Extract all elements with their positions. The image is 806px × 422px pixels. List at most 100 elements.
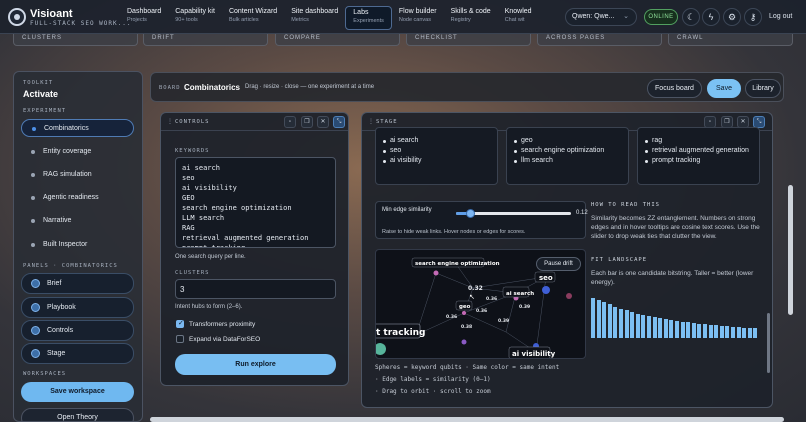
drag-handle-icon[interactable]: ⋮ bbox=[368, 118, 374, 125]
strip-card-checklist[interactable]: CHECKLIST bbox=[406, 34, 531, 46]
page-horizontal-scrollbar[interactable] bbox=[150, 417, 784, 422]
fit-bar[interactable] bbox=[658, 318, 663, 338]
fit-bar[interactable] bbox=[669, 319, 674, 338]
logo-icon[interactable] bbox=[8, 8, 26, 26]
keywords-textarea[interactable]: ai search seo ai visibility GEO search e… bbox=[175, 157, 336, 248]
fit-bar[interactable] bbox=[624, 310, 629, 338]
fit-bar[interactable] bbox=[635, 313, 640, 338]
strip-card-drift[interactable]: DRIFT bbox=[143, 34, 268, 46]
expand-checkbox[interactable] bbox=[176, 335, 184, 343]
graph-label[interactable]: ai search bbox=[506, 291, 534, 297]
fit-bar[interactable] bbox=[641, 314, 646, 338]
graph-label[interactable]: t tracking bbox=[376, 328, 426, 338]
nav-content-wizard[interactable]: Content Wizard Bulk articles bbox=[222, 6, 284, 30]
fit-bar[interactable] bbox=[708, 324, 713, 338]
fit-bar[interactable] bbox=[686, 322, 691, 338]
slider-handle[interactable] bbox=[465, 209, 475, 218]
graph-node[interactable] bbox=[433, 270, 439, 276]
experiment-narrative[interactable]: Narrative bbox=[21, 212, 134, 230]
graph-node[interactable] bbox=[461, 339, 467, 345]
gear-icon[interactable]: ⚙ bbox=[723, 8, 741, 26]
clusters-input[interactable]: 3 bbox=[175, 279, 336, 299]
logout-link[interactable]: Log out bbox=[769, 13, 792, 20]
fit-bar[interactable] bbox=[675, 320, 679, 338]
nav-dashboard[interactable]: Dashboard Projects bbox=[120, 6, 168, 30]
fit-bar[interactable] bbox=[697, 323, 702, 338]
resize-icon[interactable]: ⤡ bbox=[333, 116, 345, 128]
strip-card-clusters[interactable]: CLUSTERS bbox=[13, 34, 138, 46]
save-workspace-button[interactable]: Save workspace bbox=[21, 382, 134, 402]
fit-bar[interactable] bbox=[691, 322, 696, 338]
keyword-graph-canvas[interactable]: search engine optimization seo ai search… bbox=[375, 249, 586, 359]
fit-bar[interactable] bbox=[652, 317, 657, 338]
fit-bar[interactable] bbox=[747, 327, 752, 338]
pause-drift-button[interactable]: Pause drift bbox=[536, 257, 581, 271]
minimize-icon[interactable]: ▫ bbox=[284, 116, 296, 128]
nav-capability-kit[interactable]: Capability kit 90+ tools bbox=[168, 6, 222, 30]
focus-board-button[interactable]: Focus board bbox=[647, 79, 702, 98]
fit-bar[interactable] bbox=[725, 326, 730, 338]
transformers-checkbox[interactable] bbox=[176, 319, 184, 328]
fit-bar[interactable] bbox=[663, 319, 668, 338]
open-workspace-button[interactable]: Open Theory bbox=[21, 408, 134, 421]
strip-card-across-pages[interactable]: ACROSS PAGES bbox=[537, 34, 662, 46]
strip-card-crawl[interactable]: CRAWL bbox=[668, 34, 793, 46]
fit-bar[interactable] bbox=[607, 304, 612, 338]
moon-icon[interactable]: ☾ bbox=[682, 8, 700, 26]
fit-bar[interactable] bbox=[703, 324, 707, 338]
experiment-entity-coverage[interactable]: Entity coverage bbox=[21, 143, 134, 161]
experiment-rag-simulation[interactable]: RAG simulation bbox=[21, 166, 134, 184]
fit-bar[interactable] bbox=[591, 298, 595, 338]
edge-score: 0.36 bbox=[476, 308, 487, 314]
graph-label[interactable]: ai visibility bbox=[512, 350, 556, 358]
panel-playbook[interactable]: Playbook bbox=[21, 297, 134, 318]
controls-panel-header[interactable]: ⋮ CONTROLS ▫ ❐ ✕ ⤡ bbox=[161, 113, 348, 131]
fit-landscape-text: Each bar is one candidate bitstring. Tal… bbox=[591, 270, 754, 286]
fit-bar[interactable] bbox=[753, 328, 758, 338]
nav-flow-builder[interactable]: Flow builder Node canvas bbox=[392, 6, 444, 30]
graph-node[interactable] bbox=[462, 311, 466, 315]
page-vertical-scrollbar[interactable] bbox=[788, 185, 793, 315]
fit-bar[interactable] bbox=[596, 300, 601, 338]
graph-node[interactable] bbox=[566, 293, 572, 299]
key-icon[interactable]: ⚷ bbox=[744, 8, 762, 26]
drag-handle-icon[interactable]: ⋮ bbox=[167, 118, 173, 125]
graph-label[interactable]: geo bbox=[459, 304, 471, 310]
experiment-combinatorics[interactable]: Combinatorics bbox=[21, 119, 134, 137]
bolt-icon[interactable]: ϟ bbox=[702, 8, 720, 26]
fit-bar[interactable] bbox=[630, 311, 635, 338]
fit-bar[interactable] bbox=[602, 301, 607, 338]
strip-card-compare[interactable]: COMPARE bbox=[275, 34, 400, 46]
stage-scrollbar[interactable] bbox=[767, 313, 770, 373]
nav-knowledge[interactable]: Knowled Chat wit bbox=[498, 6, 539, 30]
fit-bar[interactable] bbox=[742, 327, 747, 338]
duplicate-icon[interactable]: ❐ bbox=[301, 116, 313, 128]
min-edge-slider[interactable] bbox=[456, 209, 571, 218]
fit-bar[interactable] bbox=[714, 325, 719, 338]
save-button[interactable]: Save bbox=[707, 79, 741, 98]
fit-bar[interactable] bbox=[736, 327, 741, 338]
close-icon[interactable]: ✕ bbox=[317, 116, 329, 128]
fit-bar[interactable] bbox=[613, 306, 618, 338]
graph-label[interactable]: seo bbox=[539, 274, 553, 282]
panel-controls[interactable]: Controls bbox=[21, 320, 134, 341]
graph-label[interactable]: search engine optimization bbox=[415, 261, 500, 267]
graph-node[interactable] bbox=[376, 343, 386, 355]
graph-node[interactable] bbox=[542, 286, 550, 294]
fit-bar[interactable] bbox=[731, 326, 735, 338]
nav-site-dashboard[interactable]: Site dashboard Metrics bbox=[284, 6, 345, 30]
run-explore-button[interactable]: Run explore bbox=[175, 354, 336, 375]
nav-labs[interactable]: Labs Experiments bbox=[345, 6, 392, 30]
model-select[interactable]: Qwen: Qwe... ⌄ bbox=[565, 8, 637, 26]
fit-bar[interactable] bbox=[619, 308, 623, 338]
experiment-built-inspector[interactable]: Built Inspector bbox=[21, 236, 134, 254]
fit-bar[interactable] bbox=[719, 325, 724, 338]
fit-bar[interactable] bbox=[680, 321, 685, 338]
panel-stage[interactable]: Stage bbox=[21, 343, 134, 364]
experiment-agentic-readiness[interactable]: Agentic readiness bbox=[21, 189, 134, 207]
hub-card-3: rag retrieval augmented generation promp… bbox=[637, 127, 760, 185]
fit-bar[interactable] bbox=[647, 316, 651, 338]
library-button[interactable]: Library bbox=[745, 79, 781, 98]
panel-brief[interactable]: Brief bbox=[21, 273, 134, 294]
nav-skills-code[interactable]: Skills & code Registry bbox=[444, 6, 498, 30]
